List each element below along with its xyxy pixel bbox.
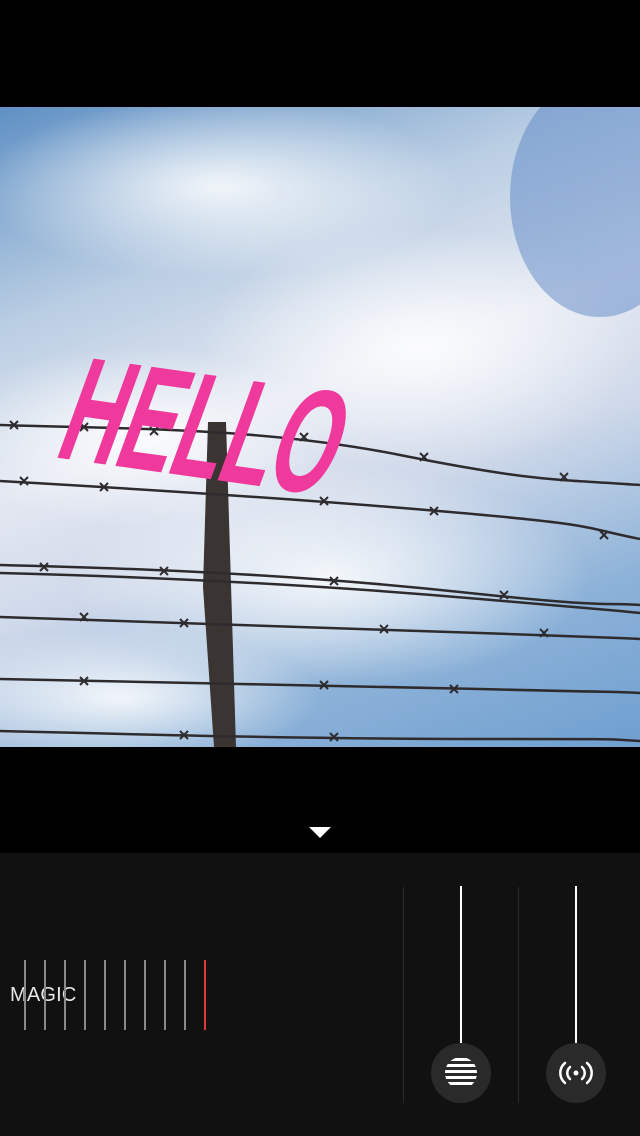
magic-step[interactable] xyxy=(24,960,26,1030)
slider-two-track[interactable] xyxy=(575,886,577,1044)
top-bar xyxy=(0,0,640,107)
photo-canvas[interactable]: HELLO xyxy=(0,107,640,747)
magic-step[interactable] xyxy=(164,960,166,1030)
panel-divider xyxy=(403,887,404,1103)
horizontal-lines-icon xyxy=(445,1058,477,1085)
slider-one-track[interactable] xyxy=(460,886,462,1044)
slider-two-knob[interactable] xyxy=(546,1043,606,1103)
panel-divider xyxy=(518,887,519,1103)
magic-step[interactable] xyxy=(104,960,106,1030)
radio-waves-icon xyxy=(559,1061,593,1085)
magic-step[interactable] xyxy=(84,960,86,1030)
magic-step[interactable] xyxy=(144,960,146,1030)
chevron-down-icon[interactable] xyxy=(309,827,331,838)
photo-image: HELLO xyxy=(0,107,640,747)
magic-step[interactable] xyxy=(184,960,186,1030)
magic-step-selected[interactable] xyxy=(204,960,206,1030)
magic-step[interactable] xyxy=(124,960,126,1030)
magic-step[interactable] xyxy=(64,960,66,1030)
magic-step[interactable] xyxy=(44,960,46,1030)
slider-one-knob[interactable] xyxy=(431,1043,491,1103)
adjustment-panel xyxy=(0,853,640,1136)
